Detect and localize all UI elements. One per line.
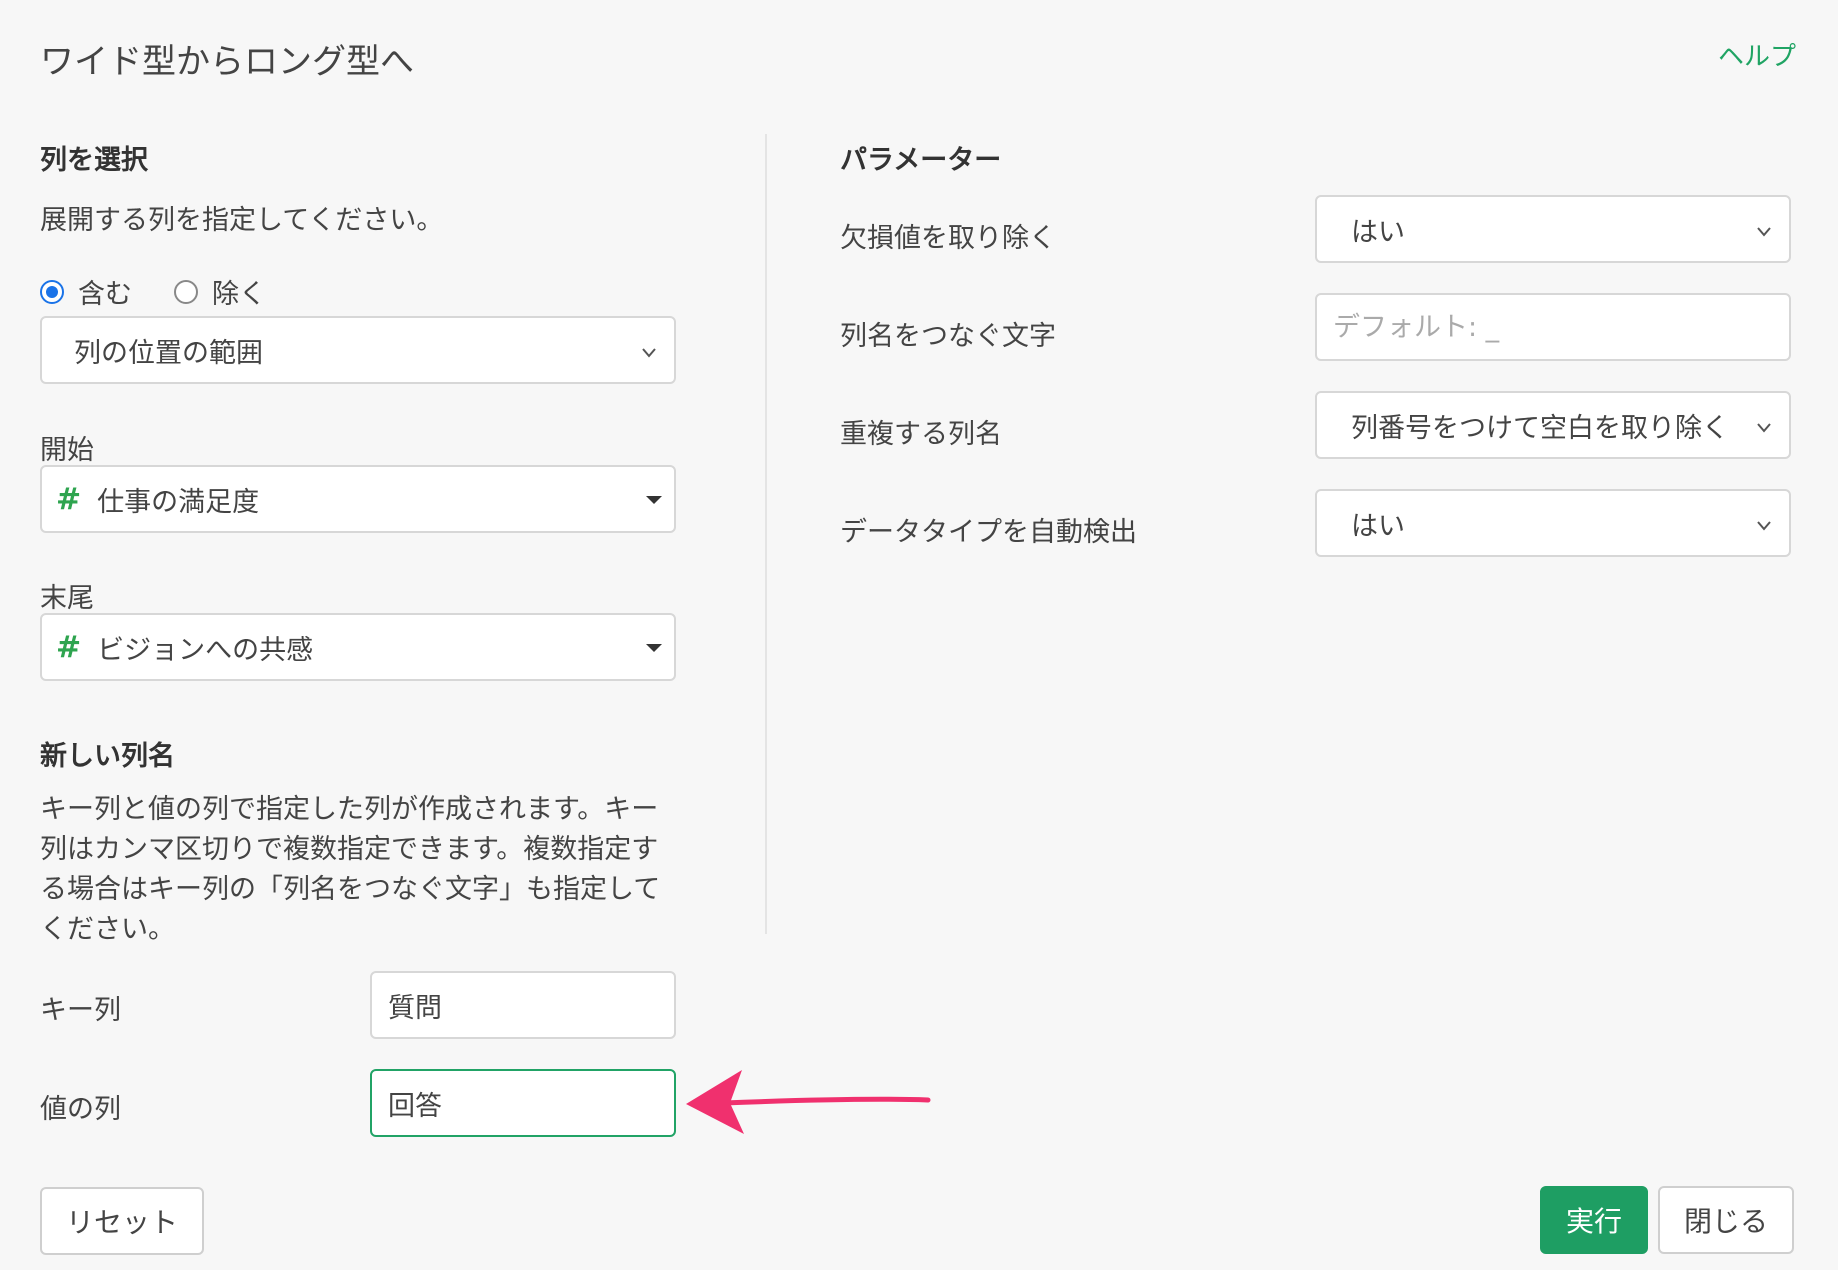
auto-detect-type-label: データタイプを自動検出: [840, 517, 1137, 548]
chevron-down-icon: [642, 348, 656, 358]
start-column-select[interactable]: # 仕事の満足度: [40, 465, 676, 533]
value-column-input[interactable]: [370, 1069, 676, 1137]
hash-icon: #: [56, 481, 82, 517]
start-label: 開始: [40, 435, 94, 466]
chevron-down-icon: [1757, 521, 1771, 531]
key-column-input[interactable]: [370, 971, 676, 1039]
radio-exclude-indicator[interactable]: [174, 279, 198, 304]
auto-detect-type-select[interactable]: はい: [1315, 489, 1791, 557]
new-column-names-description: キー列と値の列で指定した列が作成されます。キー列はカンマ区切りで複数指定できます…: [40, 794, 661, 945]
chevron-down-icon: [1757, 227, 1771, 237]
hash-icon: #: [56, 629, 82, 665]
radio-exclude[interactable]: 除く: [174, 272, 266, 311]
start-column-value: 仕事の満足度: [97, 486, 260, 518]
parameters-heading: パラメーター: [840, 145, 1002, 176]
select-columns-heading: 列を選択: [40, 145, 148, 176]
caret-down-icon: [646, 496, 662, 504]
column-selection-method-value: 列の位置の範囲: [74, 337, 263, 369]
end-column-value: ビジョンへの共感: [97, 634, 314, 666]
end-column-select[interactable]: # ビジョンへの共感: [40, 613, 676, 681]
duplicate-names-value: 列番号をつけて空白を取り除く: [1351, 412, 1729, 444]
value-column-label: 値の列: [40, 1094, 121, 1125]
new-column-names-heading: 新しい列名: [40, 741, 175, 772]
radio-include[interactable]: 含む: [40, 272, 132, 311]
separator-input[interactable]: [1315, 293, 1791, 361]
key-column-label: キー列: [40, 995, 121, 1026]
separator-label: 列名をつなぐ文字: [840, 321, 1056, 352]
drop-na-value: はい: [1351, 216, 1405, 248]
help-link[interactable]: ヘルプ: [1718, 36, 1796, 73]
radio-include-label: 含む: [78, 279, 132, 310]
dialog-title: ワイド型からロング型へ: [40, 42, 414, 82]
end-label: 末尾: [40, 583, 94, 614]
chevron-down-icon: [1757, 423, 1771, 433]
run-button[interactable]: 実行: [1540, 1186, 1648, 1254]
annotation-arrow-icon: [686, 1070, 931, 1134]
close-button[interactable]: 閉じる: [1658, 1186, 1794, 1254]
radio-exclude-label: 除く: [212, 279, 266, 310]
select-columns-description: 展開する列を指定してください。: [40, 205, 444, 236]
column-selection-method-select[interactable]: 列の位置の範囲: [40, 316, 676, 384]
auto-detect-type-value: はい: [1351, 510, 1405, 542]
duplicate-names-label: 重複する列名: [840, 419, 1002, 450]
duplicate-names-select[interactable]: 列番号をつけて空白を取り除く: [1315, 391, 1791, 459]
caret-down-icon: [646, 644, 662, 652]
drop-na-label: 欠損値を取り除く: [840, 223, 1056, 254]
drop-na-select[interactable]: はい: [1315, 195, 1791, 263]
reset-button[interactable]: リセット: [40, 1187, 204, 1255]
radio-include-indicator[interactable]: [40, 279, 64, 304]
mode-radio-group: 含む 除く: [40, 272, 266, 311]
column-divider: [765, 134, 767, 934]
